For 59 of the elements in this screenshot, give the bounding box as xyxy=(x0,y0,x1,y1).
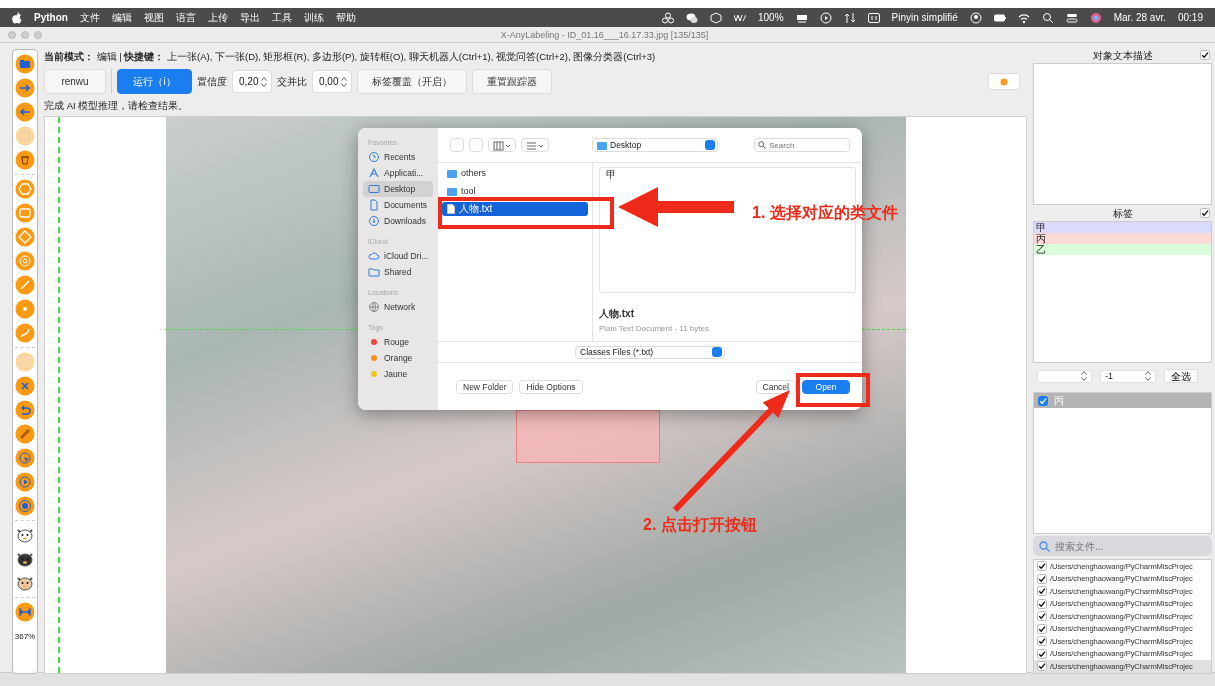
zoom-level: 367% xyxy=(14,632,36,641)
menu-item[interactable]: 帮助 xyxy=(335,10,356,25)
sidebar-item[interactable]: Network xyxy=(363,299,433,315)
menu-item[interactable]: 视图 xyxy=(143,10,164,25)
new-folder-button[interactable]: New Folder xyxy=(456,379,514,394)
file-row[interactable]: 人物.txt xyxy=(442,202,588,216)
input-source-name[interactable]: Pinyin simplifié xyxy=(891,12,958,23)
menu-item[interactable]: 上传 xyxy=(207,10,228,25)
sidebar-item[interactable]: Orange xyxy=(363,350,433,366)
sidebar-item[interactable]: Documents xyxy=(363,197,433,213)
shortcut-hint: 当前模式： 编辑 | 快捷键： 上一张(A), 下一张(D), 矩形框(R), 多边形(P), 旋转框(O), 聊天机器人(Ctrl+1), 视觉问答(Ctrl+2), 图像分类器(Ctrl+3) xyxy=(44,51,657,64)
menu-item[interactable]: Python xyxy=(34,12,68,23)
label-item[interactable]: 丙 xyxy=(1034,233,1211,244)
label-overlay-button[interactable]: 标签覆盖（开启） xyxy=(357,69,467,94)
preview-file-info: Plain Text Document - 11 bytes xyxy=(599,324,710,333)
sidebar-item[interactable]: Applicati... xyxy=(363,165,433,181)
menu-item[interactable]: 语言 xyxy=(175,10,196,25)
menu-bar-time: 00:19 xyxy=(1177,12,1203,23)
menu-item[interactable]: 导出 xyxy=(239,10,260,25)
status-message: 完成 AI 模型推理，请检查结果。 xyxy=(44,100,190,113)
label-item[interactable]: 甲 xyxy=(1034,222,1211,233)
panel-title: 标签 xyxy=(1112,207,1133,221)
label-item[interactable]: 乙 xyxy=(1034,244,1211,255)
select-all-button[interactable]: 全选 xyxy=(1164,369,1198,383)
window-title: X-AnyLabeling - ID_01.16___16.17.33.jpg [135/135] xyxy=(499,29,710,40)
preview-file-name: 人物.txt xyxy=(599,307,635,321)
sidebar-item[interactable]: Jaune xyxy=(363,366,433,382)
annotation-text: 1. 选择对应的类文件 xyxy=(752,203,898,223)
sidebar-item[interactable]: Desktop xyxy=(363,181,433,197)
sidebar-item[interactable]: Downloads xyxy=(363,213,433,229)
group-id-spinbox[interactable]: -1 xyxy=(1100,369,1156,383)
menu-item[interactable]: 工具 xyxy=(271,10,292,25)
sidebar-item[interactable]: iCloud Dri... xyxy=(363,248,433,264)
confidence-label: 置信度 xyxy=(197,74,227,89)
open-button[interactable]: Open xyxy=(802,379,850,394)
file-row[interactable]: tool xyxy=(442,184,588,198)
file-search-field[interactable]: 搜索文件... xyxy=(1033,536,1212,556)
file-row[interactable]: others xyxy=(442,166,588,180)
cancel-button[interactable]: Cancel xyxy=(755,379,796,394)
run-button[interactable]: 运行（i） xyxy=(117,69,192,94)
panel-title: 对象文本描述 xyxy=(1092,49,1153,63)
annotation-text: 2. 点击打开按钮 xyxy=(643,515,757,535)
battery-percentage: 100% xyxy=(758,12,784,23)
sidebar-item[interactable]: Shared xyxy=(363,264,433,280)
search-field[interactable]: Search xyxy=(754,138,850,152)
location-dropdown[interactable]: Desktop xyxy=(592,138,718,152)
sidebar-item[interactable]: Rouge xyxy=(363,334,433,350)
menu-item[interactable]: 训练 xyxy=(303,10,324,25)
file-type-dropdown[interactable]: Classes Files (*.txt) xyxy=(575,345,725,359)
reset-tracker-button[interactable]: 重置跟踪器 xyxy=(472,69,552,94)
hide-options-button[interactable]: Hide Options xyxy=(519,379,583,394)
confidence-spinbox[interactable]: 0,20 xyxy=(232,70,272,93)
menu-item[interactable]: 文件 xyxy=(79,10,100,25)
iou-spinbox[interactable]: 0,00 xyxy=(312,70,352,93)
menu-item[interactable]: 编辑 xyxy=(111,10,132,25)
sidebar-item[interactable]: Recents xyxy=(363,149,433,165)
menu-bar-date: Mar. 28 avr. xyxy=(1113,12,1166,23)
model-button[interactable]: renwu xyxy=(44,69,106,94)
iou-label: 交并比 xyxy=(277,74,307,89)
